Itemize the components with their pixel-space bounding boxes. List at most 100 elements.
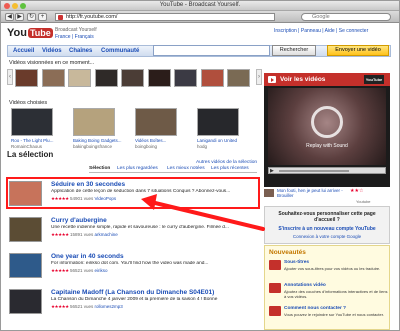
tab-top-rated[interactable]: Les mieux notées <box>167 166 205 171</box>
featured-title[interactable]: Baking Boing Gadgets... <box>73 138 133 143</box>
page-content: You Tube Broadcast Yourself France | Fra… <box>1 24 399 330</box>
subtitles-icon <box>269 260 281 270</box>
featured-user[interactable]: bakingboingsfrance <box>73 144 112 149</box>
featured-user[interactable]: RomainChaous <box>11 144 42 149</box>
search-input[interactable] <box>153 45 270 56</box>
forward-button[interactable]: ▶ <box>15 13 24 21</box>
youtube-mini-logo: YouTube <box>364 75 384 84</box>
caption-thumb[interactable] <box>264 189 274 197</box>
video-description: For information: eirikso dot com. You'll… <box>51 261 209 266</box>
video-thumb[interactable] <box>9 217 42 242</box>
logo-you: You <box>7 27 27 39</box>
back-button[interactable]: ◀ <box>5 13 14 21</box>
featured-thumb[interactable] <box>11 108 53 136</box>
player-controls: ▶ <box>268 167 386 174</box>
watching-thumb[interactable] <box>147 69 171 87</box>
player-header: Voir les vidéos YouTube <box>264 73 390 86</box>
featured-user[interactable]: boingboing <box>135 144 157 149</box>
rating-stars: ★★★★★ <box>51 268 69 273</box>
video-title[interactable]: Curry d'aubergine <box>51 217 107 224</box>
uploader-link[interactable]: rollomes2mp3 <box>94 304 122 309</box>
video-title[interactable]: One year in 40 seconds <box>51 253 124 260</box>
watching-thumb[interactable] <box>15 69 38 87</box>
video-list-item[interactable]: Capitaine Madoff (La Chanson du Dimanche… <box>9 289 257 316</box>
player-caption[interactable]: Mon footi, hen je peut lui arriver - Bro… <box>277 188 351 198</box>
browser-search-field[interactable]: Google <box>301 13 391 21</box>
video-title[interactable]: Capitaine Madoff (La Chanson du Dimanche… <box>51 289 214 296</box>
google-login-link[interactable]: Connexion à votre compte Google <box>265 234 389 239</box>
signup-link[interactable]: S'inscrire à un nouveau compte YouTube <box>265 226 389 232</box>
progress-bar[interactable] <box>279 170 349 172</box>
news-item-desc: Ajouter vos sous-titres pour vos vidéos … <box>284 266 381 271</box>
featured-title[interactable]: Lanigandi on United <box>197 138 257 143</box>
replay-text: Replay with Sound <box>306 143 348 149</box>
contact-icon <box>269 306 281 316</box>
watching-thumb[interactable] <box>94 69 118 87</box>
video-meta: ★★★★★ 56521 vues rollomes2mp3 <box>51 304 123 310</box>
annotations-icon <box>269 283 281 293</box>
selection-tabs: Sélection Les plus regardées Les mieux n… <box>89 165 257 173</box>
featured-thumb[interactable] <box>197 108 239 136</box>
youtube-logo[interactable]: You Tube <box>7 27 53 39</box>
rating-stars: ★★★★★ <box>51 304 69 309</box>
control-play-icon[interactable]: ▶ <box>270 168 274 174</box>
browser-search-placeholder: Google <box>312 14 330 20</box>
player-header-label: Voir les vidéos <box>280 76 326 83</box>
watching-thumb[interactable] <box>174 69 197 87</box>
address-bar[interactable]: http://fr.youtube.com/ <box>55 13 275 21</box>
featured-thumb[interactable] <box>135 108 177 136</box>
url-text: http://fr.youtube.com/ <box>66 14 118 20</box>
add-bookmark-button[interactable]: + <box>38 13 47 21</box>
uploader-link[interactable]: arkmachine <box>94 232 117 237</box>
annotation-highlight-box <box>6 177 260 209</box>
view-count: 56521 vues <box>69 268 94 273</box>
title-bar: YouTube - Broadcast Yourself. <box>1 1 399 11</box>
window-title: YouTube - Broadcast Yourself. <box>159 2 241 8</box>
video-description: La Chanson du Dimanche 4 janvier 2009 et… <box>51 297 218 302</box>
video-list-item[interactable]: One year in 40 seconds For information: e… <box>9 253 257 280</box>
logo-tube: Tube <box>27 28 53 38</box>
video-meta: ★★★★★ 15891 vues arkmachine <box>51 232 118 238</box>
video-player[interactable]: Voir les vidéos YouTube Replay with Soun… <box>264 73 390 187</box>
rating-stars: ★★★★★ <box>51 232 69 237</box>
watching-thumb[interactable] <box>68 69 91 87</box>
news-item-title[interactable]: Annotations vidéo <box>284 283 326 288</box>
featured-title[interactable]: Vidéos Boîtes... <box>135 138 195 143</box>
video-frame[interactable]: Replay with Sound <box>268 88 386 165</box>
featured-user[interactable]: hodg <box>197 144 207 149</box>
news-item-title[interactable]: Sous-titres <box>284 260 309 265</box>
search-button[interactable]: Rechercher <box>272 45 316 56</box>
nav-videos[interactable]: Vidéos <box>42 48 62 54</box>
news-item-desc: Vous pouvez le rejoindre sur YouTube et … <box>284 312 384 317</box>
account-links[interactable]: Inscription | Panneau | Aide | Se connec… <box>274 28 368 34</box>
reload-button[interactable]: ↻ <box>27 13 36 21</box>
featured-title[interactable]: Roo - The Light Plu... <box>11 138 71 143</box>
nav-home[interactable]: Accueil <box>13 48 34 54</box>
watching-thumb[interactable] <box>41 69 65 87</box>
personalize-question: Souhaitez-vous personnaliser cette page … <box>278 211 376 223</box>
video-thumb[interactable] <box>9 289 42 314</box>
view-count: 56521 vues <box>69 304 94 309</box>
watching-thumb[interactable] <box>121 69 144 87</box>
prev-arrow-icon[interactable]: ‹ <box>7 69 13 85</box>
video-thumb[interactable] <box>9 253 42 278</box>
watching-thumb[interactable] <box>227 69 250 87</box>
upload-video-button[interactable]: Envoyer une vidéo <box>327 45 389 56</box>
tab-most-recent[interactable]: Les plus récentes <box>211 166 249 171</box>
replay-icon[interactable] <box>311 106 343 138</box>
country-selector[interactable]: France | Français <box>55 34 94 40</box>
news-item-title[interactable]: Comment nous contacter ? <box>284 306 346 311</box>
watching-thumb[interactable] <box>200 69 224 87</box>
tab-selection[interactable]: Sélection <box>89 166 110 171</box>
nav-channels[interactable]: Chaînes <box>69 48 92 54</box>
featured-thumb[interactable] <box>73 108 115 136</box>
tab-most-viewed[interactable]: Les plus regardées <box>117 166 158 171</box>
watching-now-heading: Vidéos visionnées en ce moment... <box>9 60 95 66</box>
video-list-item[interactable]: Curry d'aubergine Une recette indienne si… <box>9 217 257 244</box>
news-item-desc: Ajoutez des couches d'informations inter… <box>284 289 388 299</box>
uploader-link[interactable]: eirikso <box>94 268 107 273</box>
view-count: 15891 vues <box>69 232 94 237</box>
nav-community[interactable]: Communauté <box>101 48 139 54</box>
video-description: Une recette indienne simple, rapide et s… <box>51 225 229 230</box>
next-arrow-icon[interactable]: › <box>256 69 262 85</box>
